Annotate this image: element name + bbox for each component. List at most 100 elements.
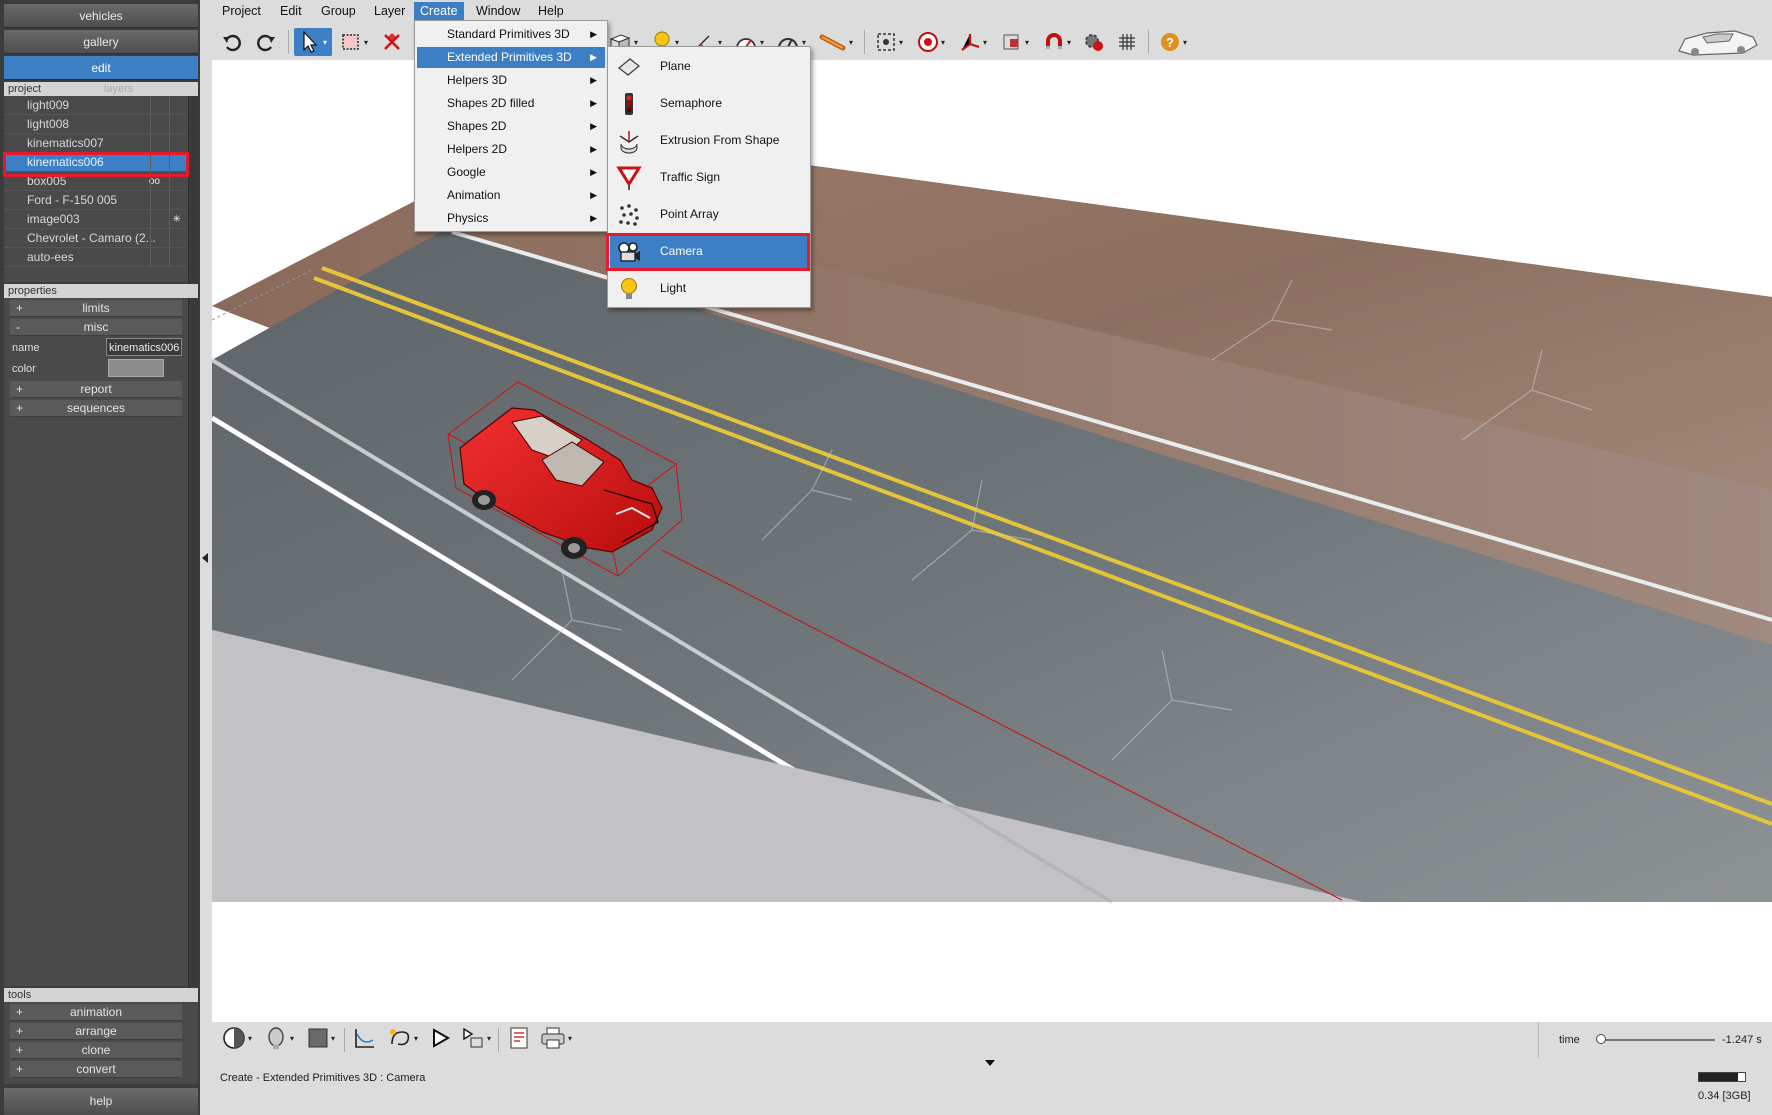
axes-icon[interactable]: ▾: [954, 28, 992, 56]
menu-edit[interactable]: Edit: [274, 2, 308, 21]
menu-physics[interactable]: Physics ▶: [417, 208, 605, 229]
memory-usage-fill: [1699, 1073, 1738, 1081]
record-icon[interactable]: ▾: [912, 28, 950, 56]
nav-vehicles-button[interactable]: vehicles: [4, 4, 198, 28]
properties-panel: + limits - misc name kinematics006 color +…: [4, 298, 198, 986]
tree-scrollbar[interactable]: [188, 96, 198, 282]
tree-item-label: image003: [27, 212, 80, 226]
time-panel: time -1.247 s: [1538, 1022, 1772, 1058]
plane-icon: [616, 54, 642, 80]
group-limits[interactable]: + limits: [10, 300, 182, 317]
extrusion-icon: [616, 128, 642, 154]
traffic-sign-icon: [616, 165, 642, 191]
tree-item-light008[interactable]: light008: [4, 115, 186, 134]
settings-gear-icon[interactable]: [1078, 28, 1110, 56]
menu-layer[interactable]: Layer: [368, 2, 411, 21]
nav-gallery-button[interactable]: gallery: [4, 30, 198, 54]
help-button[interactable]: help: [4, 1088, 198, 1115]
submenu-arrow-icon: ▶: [590, 144, 597, 154]
menu-helpers-3d[interactable]: Helpers 3D ▶: [417, 70, 605, 91]
tree-item-ford-f150[interactable]: Ford - F-150 005: [4, 191, 186, 210]
menu-light[interactable]: Light: [610, 271, 808, 306]
camera-target-icon[interactable]: ▾: [870, 28, 908, 56]
time-value: -1.247 s: [1722, 1034, 1762, 1046]
project-tabs: project layers: [4, 82, 198, 96]
menu-traffic-sign[interactable]: Traffic Sign: [610, 160, 808, 195]
point-array-icon: [616, 202, 642, 228]
menu-window[interactable]: Window: [470, 2, 526, 21]
menu-standard-primitives-3d[interactable]: Standard Primitives 3D ▶: [417, 24, 605, 45]
tab-layers[interactable]: layers: [104, 82, 133, 96]
select-region-icon[interactable]: ▾: [336, 28, 372, 56]
menu-point-array[interactable]: Point Array: [610, 197, 808, 232]
memory-usage-text: 0.34 [3GB]: [1698, 1090, 1751, 1102]
select-arrow-icon[interactable]: ▾: [294, 28, 332, 56]
tool-convert[interactable]: + convert: [10, 1061, 182, 1078]
delete-icon[interactable]: [378, 28, 406, 56]
tool-arrange[interactable]: + arrange: [10, 1023, 182, 1040]
create-menu: Standard Primitives 3D ▶ Extended Primiti…: [414, 20, 608, 232]
tool-animation[interactable]: + animation: [10, 1004, 182, 1021]
group-misc[interactable]: - misc: [10, 319, 182, 336]
help-icon[interactable]: ? ▾: [1154, 28, 1192, 56]
collapse-panel-icon[interactable]: [202, 553, 208, 563]
animation-path-icon[interactable]: ▾: [384, 1024, 422, 1052]
tree-item-label: Ford - F-150 005: [27, 193, 118, 207]
menu-helpers-2d[interactable]: Helpers 2D ▶: [417, 139, 605, 160]
play-icon[interactable]: [426, 1024, 454, 1052]
graph-editor-icon[interactable]: [350, 1024, 380, 1052]
submenu-arrow-icon: ▶: [590, 52, 597, 62]
menu-semaphore[interactable]: Semaphore: [610, 86, 808, 121]
report-icon[interactable]: [504, 1024, 534, 1052]
menu-extended-primitives-3d[interactable]: Extended Primitives 3D ▶: [417, 47, 605, 68]
background-color-icon[interactable]: ▾: [302, 1024, 340, 1052]
tab-project[interactable]: project: [4, 83, 41, 95]
tree-item-label: light009: [27, 98, 70, 112]
tree-item-auto-ees[interactable]: auto-ees: [4, 248, 186, 267]
group-report[interactable]: + report: [10, 381, 182, 398]
name-field[interactable]: kinematics006: [106, 338, 182, 356]
menu-google[interactable]: Google ▶: [417, 162, 605, 183]
submenu-arrow-icon: ▶: [590, 167, 597, 177]
scene-tree: light009 light008 kinematics007 kinemati…: [4, 96, 198, 282]
menu-extrusion-from-shape[interactable]: Extrusion From Shape: [610, 123, 808, 158]
tree-item-light009[interactable]: light009: [4, 96, 186, 115]
left-panel: vehicles gallery edit project layers lig…: [0, 0, 200, 1115]
time-slider-knob[interactable]: [1596, 1034, 1607, 1044]
redo-icon[interactable]: [252, 28, 280, 56]
shading-mode-icon[interactable]: ▾: [218, 1024, 256, 1052]
ruler-icon[interactable]: ▾: [814, 28, 858, 56]
grid-icon[interactable]: [1112, 28, 1142, 56]
time-label: time: [1559, 1034, 1580, 1046]
tree-item-label: Chevrolet - Camaro (2...: [27, 231, 156, 245]
submenu-arrow-icon: ▶: [590, 121, 597, 131]
group-sequences[interactable]: + sequences: [10, 400, 182, 417]
snap-icon[interactable]: ▾: [996, 28, 1034, 56]
submenu-arrow-icon: ▶: [590, 98, 597, 108]
tree-item-kinematics007[interactable]: kinematics007: [4, 134, 186, 153]
menu-project[interactable]: Project: [216, 2, 267, 21]
tree-item-chevrolet-camaro[interactable]: Chevrolet - Camaro (2...: [4, 229, 186, 248]
menu-shapes-2d[interactable]: Shapes 2D ▶: [417, 116, 605, 137]
menu-create[interactable]: Create: [414, 2, 464, 21]
menu-help[interactable]: Help: [532, 2, 570, 21]
tree-item-label: kinematics007: [27, 136, 104, 150]
magnet-icon[interactable]: ▾: [1038, 28, 1076, 56]
status-message: Create - Extended Primitives 3D : Camera: [220, 1072, 426, 1084]
undo-icon[interactable]: [218, 28, 246, 56]
color-swatch[interactable]: [108, 359, 164, 377]
print-icon[interactable]: ▾: [536, 1024, 576, 1052]
expand-timeline-icon[interactable]: [985, 1060, 995, 1066]
tool-clone[interactable]: + clone: [10, 1042, 182, 1059]
submenu-arrow-icon: ▶: [590, 190, 597, 200]
menu-group[interactable]: Group: [315, 2, 362, 21]
render-sequence-icon[interactable]: ▾: [458, 1024, 494, 1052]
time-slider-track[interactable]: [1599, 1039, 1715, 1041]
menu-shapes-2d-filled[interactable]: Shapes 2D filled ▶: [417, 93, 605, 114]
nav-edit-button[interactable]: edit: [4, 56, 198, 80]
properties-scrollbar[interactable]: [188, 298, 198, 986]
head-view-icon[interactable]: ▾: [260, 1024, 298, 1052]
menu-animation[interactable]: Animation ▶: [417, 185, 605, 206]
tree-item-image003[interactable]: image003 ✳: [4, 210, 186, 229]
menu-plane[interactable]: Plane: [610, 49, 808, 84]
